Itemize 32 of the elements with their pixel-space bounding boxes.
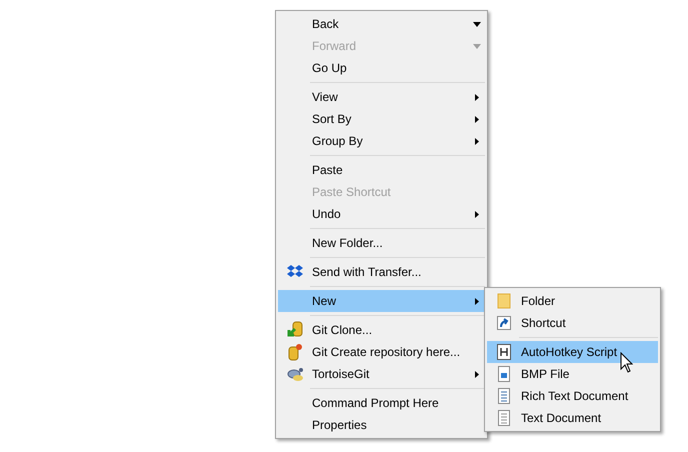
menu-item[interactable]: View	[278, 86, 485, 108]
mouse-pointer-icon	[620, 352, 633, 373]
menu-item[interactable]: Command Prompt Here	[278, 392, 485, 414]
boxes-icon	[286, 264, 304, 280]
text-file-icon	[498, 410, 510, 426]
menu-item[interactable]: Undo	[278, 203, 485, 225]
document-icon	[498, 388, 510, 404]
menu-item[interactable]: New Folder...	[278, 232, 485, 254]
menu-item[interactable]: TortoiseGit	[278, 363, 485, 385]
turtle-icon	[286, 366, 304, 382]
menu-item[interactable]: Git Create repository here...	[278, 341, 485, 363]
database-star-icon	[287, 343, 303, 361]
menu-item[interactable]: Text Document	[487, 407, 658, 429]
menu-item[interactable]: Rich Text Document	[487, 385, 658, 407]
database-arrow-icon	[286, 321, 304, 339]
menu-item[interactable]: New	[278, 290, 485, 312]
image-file-icon	[498, 366, 510, 382]
menu-item[interactable]: Send with Transfer...	[278, 261, 485, 283]
menu-item[interactable]: Properties	[278, 414, 485, 436]
menu-item[interactable]: Folder	[487, 290, 658, 312]
menu-item[interactable]: Sort By	[278, 108, 485, 130]
shortcut-icon	[497, 316, 511, 330]
menu-item[interactable]: Go Up	[278, 57, 485, 79]
menu-item[interactable]: Back	[278, 13, 485, 35]
menu-item[interactable]: Group By	[278, 130, 485, 152]
folder-icon	[497, 293, 511, 309]
menu-item[interactable]: Paste	[278, 159, 485, 181]
menu-item[interactable]: AutoHotkey Script	[487, 341, 658, 363]
menu-item[interactable]: Shortcut	[487, 312, 658, 334]
script-file-icon	[497, 344, 511, 360]
menu-item[interactable]: BMP File	[487, 363, 658, 385]
menu-item[interactable]: Git Clone...	[278, 319, 485, 341]
